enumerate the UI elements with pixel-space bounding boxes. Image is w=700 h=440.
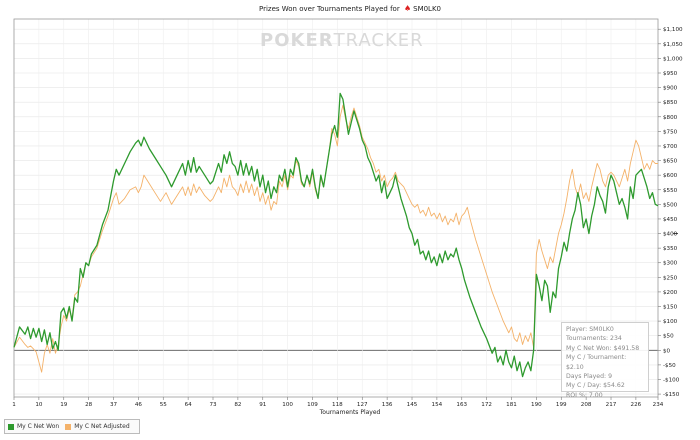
x-tick-label: 28 — [85, 402, 93, 408]
x-tick-label: 217 — [606, 402, 617, 408]
legend-label-net-won: My C Net Won — [17, 423, 60, 430]
stat-net-won: My C Net Won: $491.58 — [566, 344, 640, 352]
y-tick-label: $450 — [663, 217, 678, 223]
y-tick-label: $700 — [663, 144, 678, 150]
y-tick-label: $1,000 — [663, 56, 683, 62]
y-tick-label: $150 — [663, 305, 678, 311]
legend-item-net-adjusted[interactable]: My C Net Adjusted — [65, 423, 130, 430]
x-tick-label: 82 — [234, 402, 241, 408]
y-tick-label: $50 — [663, 334, 674, 340]
y-tick-label: $250 — [663, 275, 678, 281]
x-tick-label: 37 — [110, 402, 118, 408]
x-tick-label: 73 — [209, 402, 217, 408]
legend-swatch-net-won — [8, 423, 14, 430]
stat-per-day: My C / Day: $54.62 — [566, 382, 625, 390]
x-tick-label: 199 — [556, 402, 567, 408]
stats-tooltip: Player: SM0LK0 Tournaments: 234 My C Net… — [561, 322, 649, 399]
x-tick-label: 100 — [282, 402, 293, 408]
x-tick-label: 136 — [382, 402, 393, 408]
x-tick-label: 145 — [407, 402, 418, 408]
stat-tournaments: Tournaments: 234 — [566, 335, 622, 343]
x-tick-label: 208 — [581, 402, 592, 408]
y-tick-label: $900 — [663, 86, 678, 92]
legend-label-net-adjusted: My C Net Adjusted — [74, 423, 130, 430]
x-tick-label: 46 — [135, 402, 143, 408]
stat-days-played: Days Played: 9 — [566, 373, 613, 381]
x-tick-label: 91 — [259, 402, 267, 408]
y-tick-label: $800 — [663, 115, 678, 121]
y-tick-label: $350 — [663, 246, 678, 252]
x-tick-label: 154 — [432, 402, 443, 408]
y-tick-label: $950 — [663, 71, 678, 77]
x-tick-label: 109 — [307, 402, 318, 408]
y-tick-labels: -$150 -$100 -$50 $0 $50 $100 $150 $200 $250 $300 $… — [663, 27, 683, 398]
x-tick-label: 190 — [531, 402, 542, 408]
y-tick-label: $550 — [663, 188, 678, 194]
x-tick-label: 1 — [12, 402, 16, 408]
legend-item-net-won[interactable]: My C Net Won — [8, 423, 59, 430]
chart-title: Prizes Won over Tournaments Played for ♠… — [0, 4, 700, 13]
y-tick-label: $0 — [663, 348, 671, 354]
x-tick-label: 234 — [653, 402, 664, 408]
x-tick-label: 64 — [185, 402, 193, 408]
y-tick-label: $500 — [663, 202, 678, 208]
y-tick-label: $1,100 — [663, 27, 683, 33]
x-axis-label: Tournaments Played — [319, 409, 381, 416]
x-tick-label: 181 — [506, 402, 517, 408]
x-tick-label: 127 — [357, 402, 368, 408]
y-tick-label: $650 — [663, 159, 678, 165]
y-tick-label: $850 — [663, 100, 678, 106]
legend: My C Net Won My C Net Adjusted — [4, 419, 140, 434]
y-tick-label: -$150 — [663, 392, 680, 398]
y-tick-label: $300 — [663, 261, 678, 267]
y-tick-label: $750 — [663, 129, 678, 135]
x-tick-label: 163 — [456, 402, 467, 408]
pokertracker-watermark: POKERTRACKER — [260, 30, 423, 51]
y-tick-label: $100 — [663, 319, 678, 325]
title-player: SM0LK0 — [413, 5, 442, 13]
title-prefix: Prizes Won over Tournaments Played for — [258, 5, 400, 13]
y-tick-label: $1,050 — [663, 42, 683, 48]
stat-per-tournament: My C / Tournament: $2.10 — [566, 354, 627, 371]
watermark-bold: POKER — [260, 30, 334, 51]
spade-icon: ♠ — [403, 4, 412, 13]
x-tick-label: 55 — [160, 402, 168, 408]
y-tick-label: $400 — [663, 232, 678, 238]
y-tick-label: $200 — [663, 290, 678, 296]
y-tick-label: -$50 — [663, 363, 676, 369]
x-tick-label: 10 — [35, 402, 43, 408]
x-tick-label: 172 — [481, 402, 492, 408]
legend-swatch-net-adjusted — [65, 423, 72, 430]
x-tick-labels: 1 10 19 28 37 46 55 64 73 82 91 100 109 118 127 136 145 1… — [12, 402, 664, 408]
watermark-light: TRACKER — [333, 30, 424, 51]
x-tick-label: 118 — [332, 402, 343, 408]
x-tick-label: 19 — [60, 402, 68, 408]
y-tick-label: -$100 — [663, 377, 680, 383]
x-tick-label: 226 — [631, 402, 642, 408]
stat-player: Player: SM0LK0 — [566, 326, 614, 333]
y-tick-label: $600 — [663, 173, 678, 179]
stat-roi: ROI %: 7.00 — [566, 391, 603, 399]
